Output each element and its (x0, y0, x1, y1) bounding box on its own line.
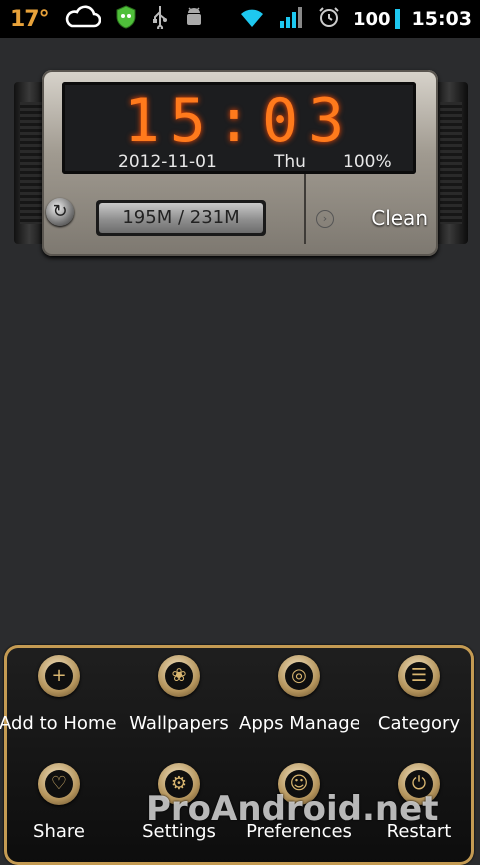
status-left: 17° (10, 4, 205, 34)
temperature: 17° (10, 6, 50, 32)
widget-date: 2012-11-01 (118, 152, 217, 172)
alarm-icon (317, 5, 341, 33)
heart-icon: ♡ (38, 763, 80, 805)
memory-meter: 195M / 231M (96, 200, 266, 236)
wifi-icon (237, 5, 267, 33)
status-right: 100 15:03 (237, 4, 472, 34)
menu-item-label: Share (33, 821, 85, 842)
signal-icon (279, 5, 305, 33)
battery-icon (394, 9, 400, 29)
menu-item-category[interactable]: ☰ Category (359, 655, 479, 735)
widget-battery-pct: 100% (343, 152, 392, 172)
shield-icon (115, 5, 137, 33)
menu-item-label: Category (377, 713, 461, 734)
watermark: ProAndroid.net (146, 789, 439, 829)
menu-item-add-to-home[interactable]: + Add to Home Screen (0, 655, 119, 735)
menu-item-label: Apps Manager (239, 713, 359, 734)
usb-icon (151, 5, 169, 33)
widget-right-speaker (434, 82, 468, 244)
status-bar: 17° 100 15:03 (0, 0, 480, 38)
status-clock: 15:03 (411, 8, 472, 30)
menu-item-label: Add to Home Screen (0, 713, 119, 734)
menu-item-wallpapers[interactable]: ❀ Wallpapers (119, 655, 239, 735)
widget-body: 15:03 2012-11-01 Thu 100% ↻ 195M / 231M … (42, 70, 438, 256)
lcd-display: 15:03 2012-11-01 Thu 100% (62, 82, 416, 174)
cloud-icon (63, 4, 101, 34)
menu-item-apps-manager[interactable]: ◎ Apps Manager (239, 655, 359, 735)
chevron-right-icon[interactable]: › (316, 210, 334, 228)
flower-icon: ❀ (158, 655, 200, 697)
android-debug-icon (183, 6, 205, 32)
widget-time: 15:03 (123, 86, 355, 156)
menu-item-label: Wallpapers (129, 713, 229, 734)
memory-text: 195M / 231M (99, 203, 263, 233)
list-icon: ☰ (398, 655, 440, 697)
refresh-icon[interactable]: ↻ (46, 198, 74, 226)
plus-icon: + (38, 655, 80, 697)
widget-day: Thu (274, 152, 306, 172)
clock-widget[interactable]: 15:03 2012-11-01 Thu 100% ↻ 195M / 231M … (14, 68, 468, 260)
clean-button[interactable]: Clean (371, 206, 428, 230)
widget-divider (304, 174, 306, 244)
target-icon: ◎ (278, 655, 320, 697)
menu-item-share[interactable]: ♡ Share (0, 763, 119, 843)
launcher-menu: + Add to Home Screen ❀ Wallpapers ◎ Apps… (0, 645, 474, 865)
battery-level: 100 (352, 8, 391, 30)
